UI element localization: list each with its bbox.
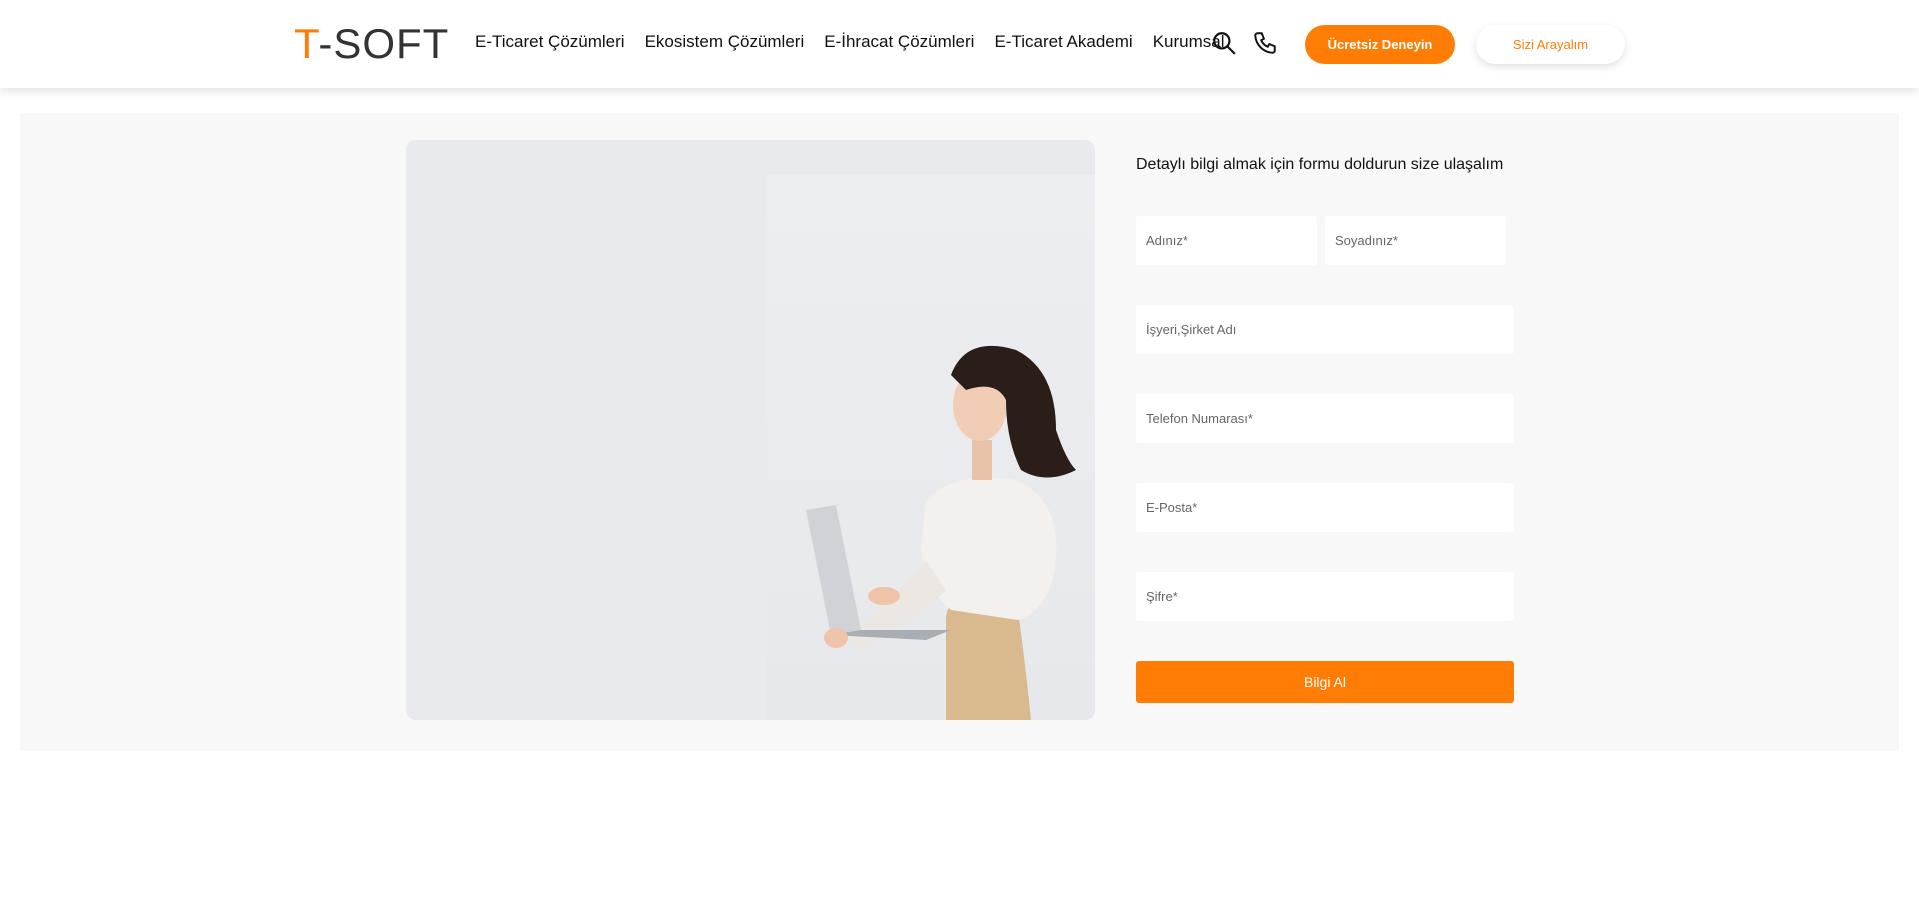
logo-t: T [294, 20, 319, 67]
email-field[interactable]: E-Posta* [1136, 483, 1514, 532]
main-nav: E-Ticaret Çözümleri Ekosistem Çözümleri … [475, 32, 1245, 52]
t-soft-logo[interactable]: T-SOFT [294, 18, 449, 70]
logo-soft: SOFT [333, 20, 450, 67]
phone-icon[interactable] [1252, 30, 1278, 56]
first-name-field[interactable]: Adınız* [1136, 216, 1317, 265]
woman-with-laptop-illustration [806, 345, 1076, 720]
company-field[interactable]: İşyeri,Şirket Adı [1136, 305, 1514, 354]
hero-image [406, 140, 1095, 720]
submit-button[interactable]: Bilgi Al [1136, 661, 1514, 703]
site-header: T-SOFT E-Ticaret Çözümleri Ekosistem Çöz… [0, 0, 1919, 88]
nav-e-ihracat-cozumleri[interactable]: E-İhracat Çözümleri [824, 32, 974, 52]
phone-field[interactable]: Telefon Numarası* [1136, 394, 1514, 443]
nav-e-ticaret-akademi[interactable]: E-Ticaret Akademi [994, 32, 1132, 52]
free-trial-button[interactable]: Ücretsiz Deneyin [1305, 25, 1455, 64]
nav-e-ticaret-cozumleri[interactable]: E-Ticaret Çözümleri [475, 32, 625, 52]
form-title: Detaylı bilgi almak için formu doldurun … [1136, 156, 1504, 173]
last-name-field[interactable]: Soyadınız* [1325, 216, 1506, 265]
call-me-button[interactable]: Sizi Arayalım [1476, 25, 1625, 64]
search-icon[interactable] [1211, 30, 1237, 56]
password-field[interactable]: Şifre* [1136, 572, 1514, 621]
logo-dash: - [318, 20, 334, 67]
nav-ekosistem-cozumleri[interactable]: Ekosistem Çözümleri [645, 32, 805, 52]
